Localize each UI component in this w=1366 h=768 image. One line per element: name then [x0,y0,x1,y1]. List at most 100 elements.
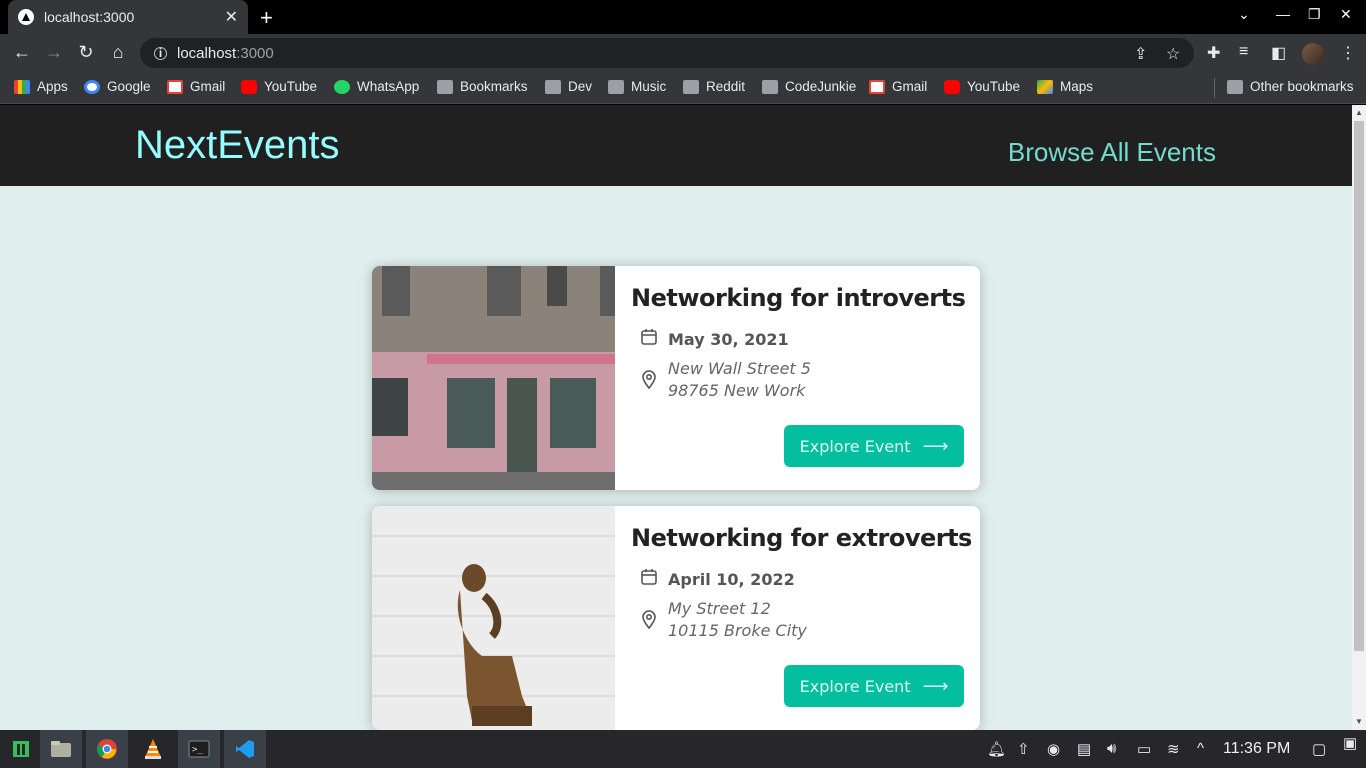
notifications-icon[interactable]: 🔔︎ [987,740,1006,758]
bookmark-folder-reddit[interactable]: Reddit [683,79,745,94]
explore-event-label: Explore Event [799,676,911,696]
bookmark-folder-bookmarks[interactable]: Bookmarks [437,79,528,94]
scroll-down-icon[interactable]: ▼ [1355,717,1363,726]
home-icon[interactable]: ⌂ [107,42,129,63]
profile-avatar[interactable] [1302,43,1324,65]
side-panel-icon[interactable]: ◧ [1271,43,1286,63]
tab-strip: localhost:3000 ✕ + ⌄ — ❐ ✕ [0,0,1366,34]
event-card: Networking for introverts May 30, 2021 N… [372,266,980,490]
folder-icon [608,79,624,94]
taskbar-clock[interactable]: 11:36 PM [1223,740,1290,758]
event-title: Networking for introverts [631,284,966,312]
media-control-icon[interactable]: ≡ [1239,43,1248,61]
user-switcher-icon[interactable]: ▣ [1343,734,1357,752]
explore-event-label: Explore Event [799,436,911,456]
url-host: localhost [177,44,237,62]
bookmarks-bar: Apps Google Gmail YouTube WhatsApp Bookm… [0,72,1366,104]
event-title: Networking for extroverts [631,524,972,552]
bookmark-apps[interactable]: Apps [14,79,68,94]
location-pin-icon [640,370,658,395]
site-info-icon[interactable]: i [154,46,167,60]
address-line-2: 98765 New Work [668,381,806,400]
bookmark-whatsapp[interactable]: WhatsApp [334,79,419,94]
page-scrollbar[interactable]: ▲ ▼ [1352,105,1366,730]
steam-icon[interactable]: ◉ [1047,740,1060,758]
bookmark-google[interactable]: Google [84,79,151,94]
terminal-icon[interactable]: >_ [178,730,220,768]
volume-icon[interactable]: 🔊︎ [1107,740,1116,757]
clipboard-icon[interactable]: ▤ [1077,740,1091,758]
bookmarks-divider [1214,78,1215,98]
show-desktop-icon[interactable]: ▢ [1312,740,1326,758]
other-bookmarks[interactable]: Other bookmarks [1227,79,1354,94]
vlc-icon[interactable] [132,730,174,768]
whatsapp-icon [334,79,350,94]
event-image-thinker-statue [372,506,615,730]
minimize-icon[interactable]: — [1276,6,1290,22]
folder-icon [762,79,778,94]
battery-icon[interactable]: ▭ [1137,740,1151,758]
event-card: Networking for extroverts April 10, 2022… [372,506,980,730]
os-taskbar: >_ 🔔︎ ⇧ ◉ ▤ 🔊︎ ▭ ≋ ^ 11:36 PM ▢ ▣ [0,730,1366,768]
maps-icon [1037,79,1053,94]
explore-event-button[interactable]: Explore Event ⟶ [784,425,964,467]
location-pin-icon [640,610,658,635]
bookmark-gmail[interactable]: Gmail [167,79,225,94]
reload-icon[interactable]: ↻ [75,42,97,63]
page-viewport: NextEvents Browse All Events Networking … [0,105,1352,730]
url-port: :3000 [236,44,274,62]
event-address-row: My Street 12 10115 Broke City [640,598,807,642]
browser-tab[interactable]: localhost:3000 ✕ [8,0,248,34]
bookmark-gmail-2[interactable]: Gmail [869,79,927,94]
site-logo[interactable]: NextEvents [135,123,340,168]
wifi-icon[interactable]: ≋ [1167,740,1180,758]
bookmark-youtube[interactable]: YouTube [241,79,317,94]
bookmark-folder-music[interactable]: Music [608,79,666,94]
menu-icon[interactable]: ⋮ [1340,43,1356,63]
svg-text:>_: >_ [192,745,203,755]
share-icon[interactable]: ⇪ [1134,44,1147,64]
explore-event-button[interactable]: Explore Event ⟶ [784,665,964,707]
site-header: NextEvents Browse All Events [0,105,1352,186]
event-date-row: May 30, 2021 [640,328,789,351]
google-icon [84,79,100,94]
tab-search-icon[interactable]: ⌄ [1238,6,1250,23]
folder-icon [683,79,699,94]
event-image-storefront [372,266,617,490]
event-address-row: New Wall Street 5 98765 New Work [640,358,811,402]
chrome-icon[interactable] [86,730,128,768]
bookmark-folder-codejunkie[interactable]: CodeJunkie [762,79,856,94]
arrow-right-icon: ⟶ [922,675,949,697]
nextjs-favicon-icon [18,9,34,25]
event-address: My Street 12 10115 Broke City [668,598,807,642]
bookmark-star-icon[interactable]: ☆ [1166,44,1180,64]
file-manager-icon[interactable] [40,730,82,768]
address-line-1: My Street 12 [668,599,771,618]
bookmark-youtube-2[interactable]: YouTube [944,79,1020,94]
close-window-icon[interactable]: ✕ [1340,6,1352,23]
folder-icon [545,79,561,94]
browse-all-events-link[interactable]: Browse All Events [1008,137,1216,168]
app-menu-icon[interactable] [0,730,42,768]
vscode-icon[interactable] [224,730,266,768]
close-tab-icon[interactable]: ✕ [225,7,238,27]
event-date-row: April 10, 2022 [640,568,795,591]
forward-icon[interactable]: → [43,42,65,63]
scrollbar-thumb[interactable] [1354,121,1364,651]
bookmark-maps[interactable]: Maps [1037,79,1093,94]
updates-icon[interactable]: ⇧ [1017,740,1030,758]
restore-icon[interactable]: ❐ [1308,6,1321,23]
folder-icon [1227,79,1243,94]
scroll-up-icon[interactable]: ▲ [1355,108,1363,117]
address-line-1: New Wall Street 5 [668,359,811,378]
gmail-icon [869,79,885,94]
back-icon[interactable]: ← [11,42,33,63]
apps-grid-icon [14,79,30,94]
tray-expand-icon[interactable]: ^ [1197,740,1204,757]
youtube-icon [241,79,257,94]
bookmark-folder-dev[interactable]: Dev [545,79,592,94]
extensions-icon[interactable]: ✚ [1207,43,1220,63]
address-bar[interactable]: i localhost :3000 ⇪ ☆ [140,38,1194,68]
new-tab-icon[interactable]: + [260,5,273,31]
gmail-icon [167,79,183,94]
